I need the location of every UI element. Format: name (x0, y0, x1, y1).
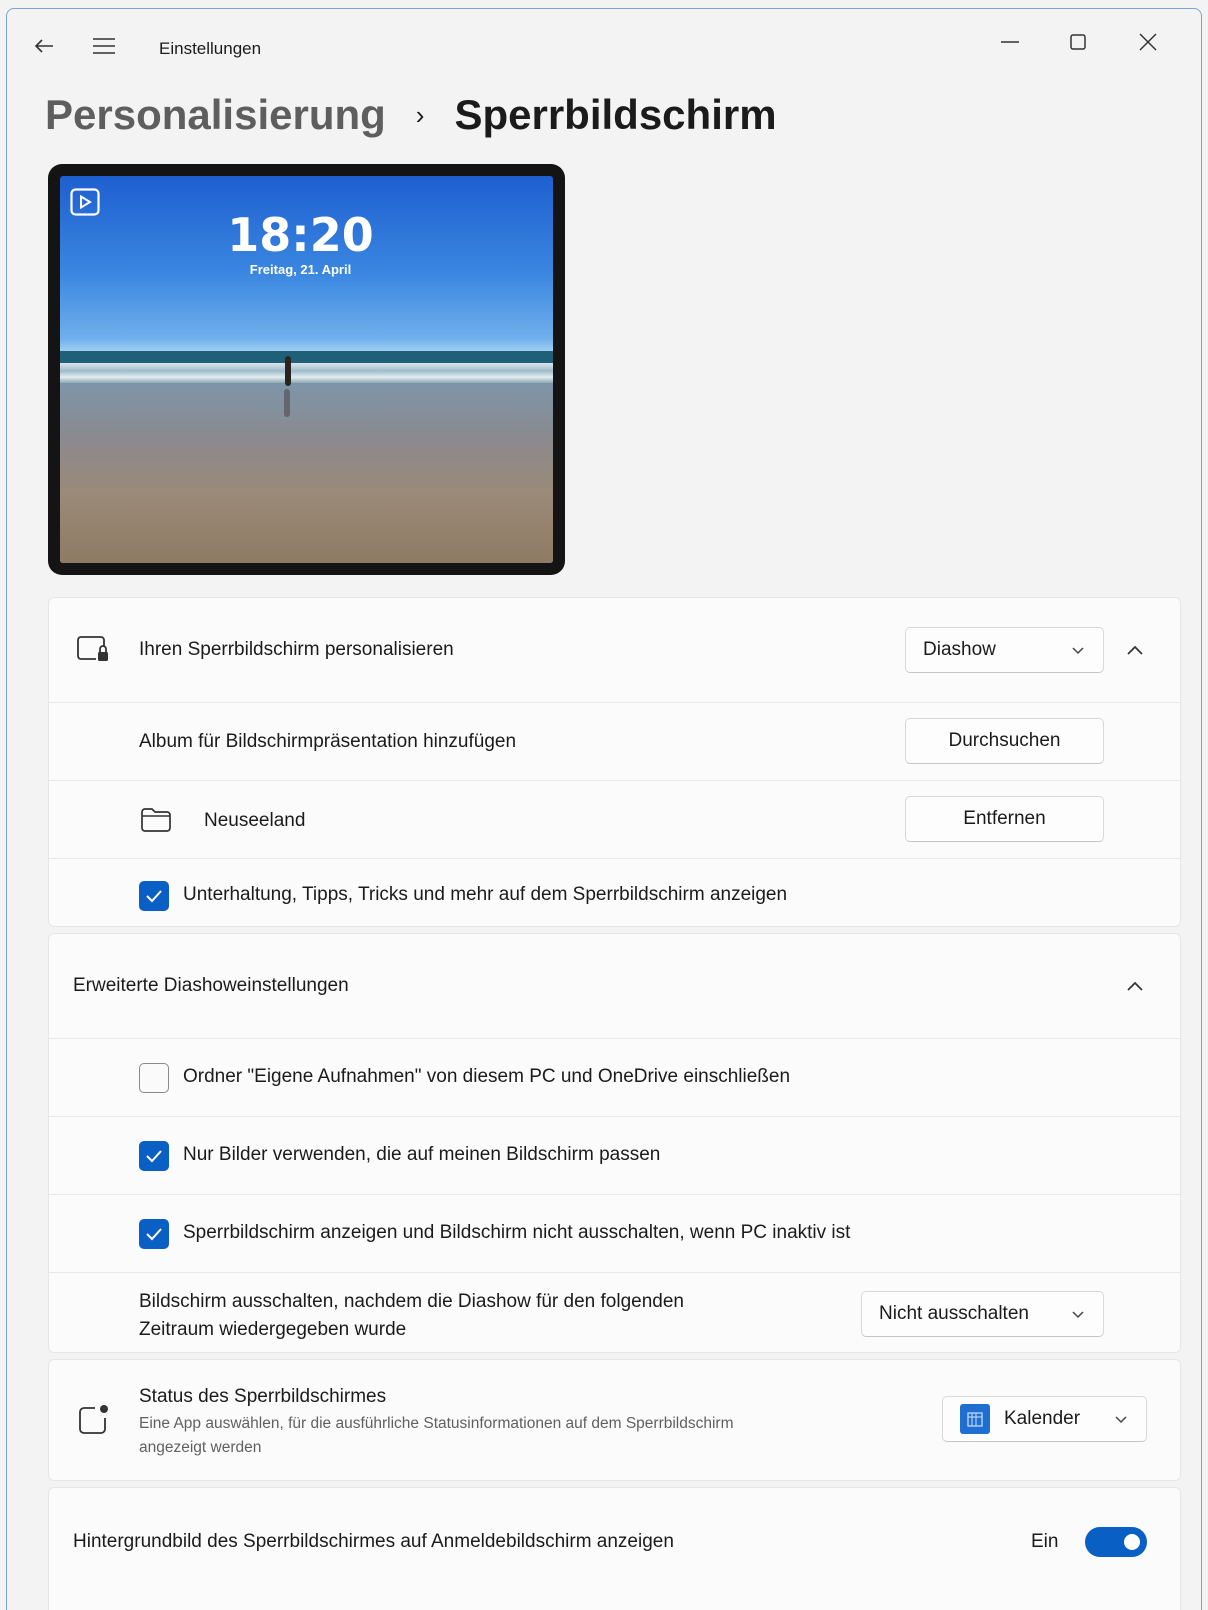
status-description-line1: Eine App auswählen, für die ausführliche… (139, 1415, 734, 1432)
toggle-state-label: Ein (1031, 1531, 1059, 1552)
collapse-slideshow-button[interactable] (1117, 968, 1153, 1004)
fit-screen-label: Nur Bilder verwenden, die auf meinen Bil… (183, 1144, 661, 1165)
preview-time: 18:20 (227, 208, 374, 262)
timeout-label-line2: Zeitraum wiedergegeben wurde (139, 1319, 407, 1340)
minimize-icon[interactable] (987, 19, 1033, 65)
page-title: Sperrbildschirm (454, 91, 777, 138)
toggle-knob (1124, 1534, 1140, 1550)
fit-screen-checkbox[interactable] (139, 1141, 169, 1171)
slideshow-header-row: Erweiterte Diashoweinstellungen (49, 934, 1180, 1038)
timeout-label-line1: Bildschirm ausschalten, nachdem die Dias… (139, 1291, 684, 1312)
status-card: Status des Sperrbildschirmes Eine App au… (48, 1359, 1181, 1481)
breadcrumb-parent[interactable]: Personalisierung (45, 91, 386, 139)
timeout-row: Bildschirm ausschalten, nachdem die Dias… (49, 1272, 1180, 1354)
slideshow-header: Erweiterte Diashoweinstellungen (73, 975, 349, 996)
personalize-label: Ihren Sperrbildschirm personalisieren (139, 639, 454, 660)
browse-button[interactable]: Durchsuchen (905, 718, 1104, 764)
signin-background-card: Hintergrundbild des Sperrbildschirmes au… (48, 1487, 1181, 1610)
personalize-card: Ihren Sperrbildschirm personalisieren Di… (48, 597, 1181, 927)
folder-icon (141, 808, 171, 832)
lockscreen-preview: 18:20 Freitag, 21. April (48, 164, 565, 575)
album-label: Album für Bildschirmpräsentation hinzufü… (139, 731, 517, 752)
back-arrow-icon[interactable] (29, 31, 59, 61)
slideshow-option-row: Nur Bilder verwenden, die auf meinen Bil… (49, 1116, 1180, 1194)
lockscreen-icon (77, 636, 108, 661)
include-camera-roll-label: Ordner "Eigene Aufnahmen" von diesem PC … (183, 1066, 791, 1087)
tips-checkbox[interactable] (139, 881, 169, 911)
timeout-dropdown-value: Nicht ausschalten (879, 1303, 1029, 1324)
include-camera-roll-checkbox[interactable] (139, 1063, 169, 1093)
chevron-down-icon (1115, 1416, 1127, 1424)
personalize-row: Ihren Sperrbildschirm personalisieren Di… (49, 598, 1180, 702)
title-bar: Einstellungen (7, 9, 1201, 69)
inactive-lockscreen-label: Sperrbildschirm anzeigen und Bildschirm … (183, 1222, 851, 1243)
personalize-dropdown-value: Diashow (923, 639, 996, 660)
breadcrumb-separator: › (415, 99, 425, 130)
signin-background-label: Hintergrundbild des Sperrbildschirmes au… (73, 1531, 674, 1552)
signin-background-toggle[interactable] (1085, 1527, 1147, 1557)
status-icon (79, 1405, 108, 1434)
tips-row: Unterhaltung, Tipps, Tricks und mehr auf… (49, 858, 1180, 928)
maximize-icon[interactable] (1055, 19, 1101, 65)
chevron-up-icon (1127, 645, 1143, 655)
status-description-line2: angezeigt werden (139, 1439, 262, 1456)
app-title: Einstellungen (159, 39, 262, 58)
close-icon[interactable] (1125, 19, 1171, 65)
slideshow-option-row: Sperrbildschirm anzeigen und Bildschirm … (49, 1194, 1180, 1272)
remove-button[interactable]: Entfernen (905, 796, 1104, 842)
personalize-dropdown[interactable]: Diashow (905, 627, 1104, 673)
timeout-dropdown[interactable]: Nicht ausschalten (861, 1291, 1104, 1337)
checkmark-icon (146, 1150, 162, 1163)
chevron-down-icon (1072, 647, 1084, 655)
preview-image: 18:20 Freitag, 21. April (60, 176, 553, 563)
status-title: Status des Sperrbildschirmes (139, 1386, 387, 1407)
collapse-personalize-button[interactable] (1117, 632, 1153, 668)
checkmark-icon (146, 1228, 162, 1241)
chevron-up-icon (1127, 981, 1143, 991)
folder-row: Neuseeland Entfernen (49, 780, 1180, 858)
status-app-value: Kalender (1004, 1408, 1081, 1429)
status-app-dropdown[interactable]: Kalender (942, 1396, 1147, 1442)
breadcrumb: Personalisierung › Sperrbildschirm (45, 87, 777, 143)
album-row: Album für Bildschirmpräsentation hinzufü… (49, 702, 1180, 780)
slideshow-settings-card: Erweiterte Diashoweinstellungen Ordner "… (48, 933, 1181, 1353)
preview-date: Freitag, 21. April (249, 262, 352, 277)
checkmark-icon (146, 890, 162, 903)
inactive-lockscreen-checkbox[interactable] (139, 1219, 169, 1249)
calendar-icon (960, 1404, 990, 1434)
slideshow-option-row: Ordner "Eigene Aufnahmen" von diesem PC … (49, 1038, 1180, 1116)
album-folder-name: Neuseeland (204, 810, 306, 831)
settings-window: Einstellungen Personalisierung › Sperrbi… (6, 8, 1202, 1610)
tips-label: Unterhaltung, Tipps, Tricks und mehr auf… (183, 884, 788, 905)
menu-icon[interactable] (89, 31, 119, 61)
chevron-down-icon (1072, 1311, 1084, 1319)
